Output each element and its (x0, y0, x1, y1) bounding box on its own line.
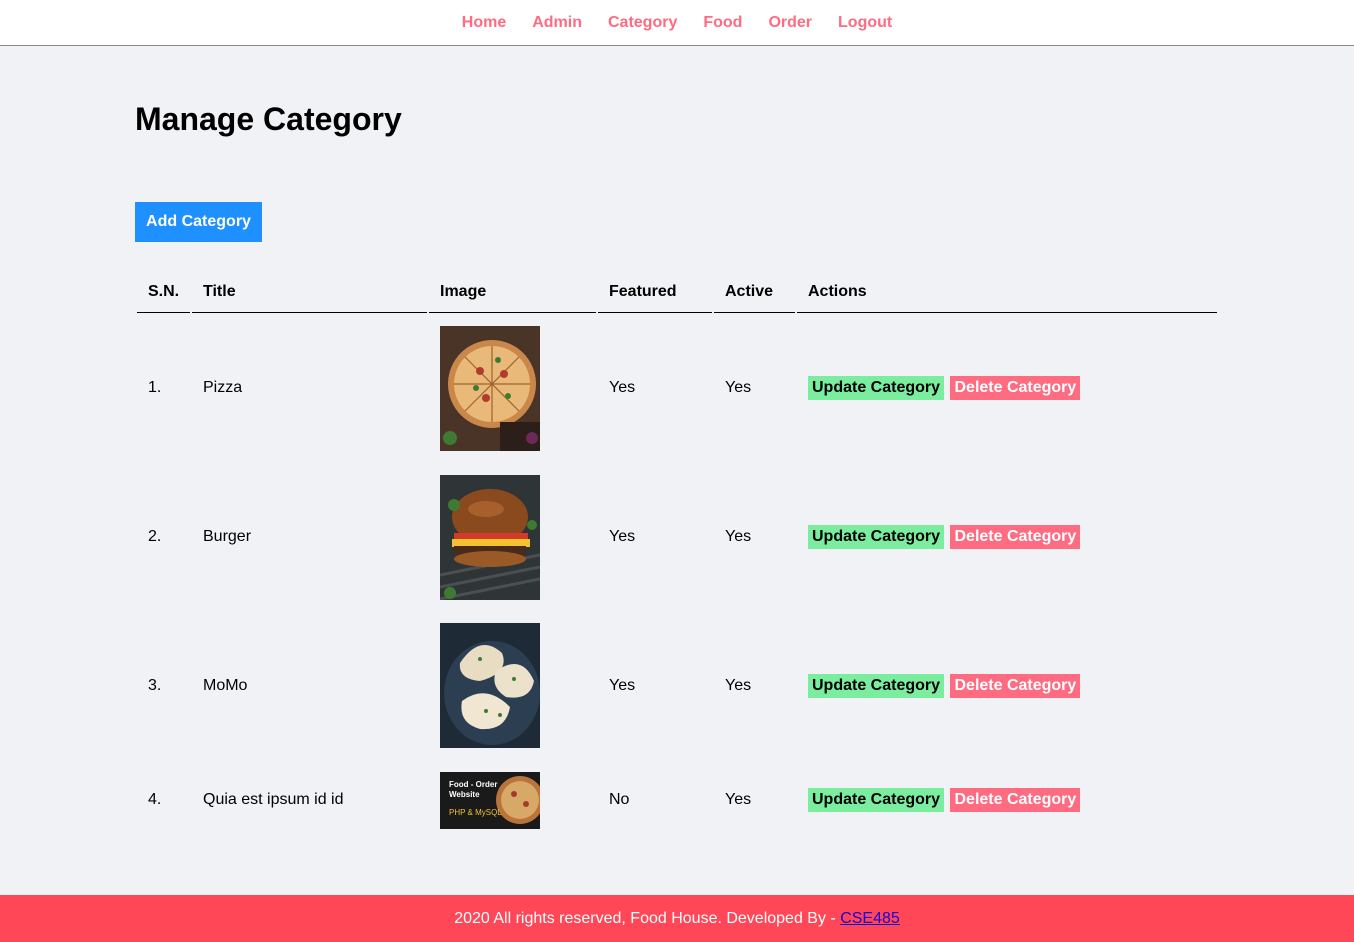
update-category-button[interactable]: Update Category (808, 525, 945, 549)
add-category-button[interactable]: Add Category (135, 202, 262, 242)
row-title: Burger (203, 528, 252, 545)
footer: 2020 All rights reserved, Food House. De… (0, 895, 1354, 942)
nav-category[interactable]: Category (608, 14, 677, 32)
header-sn: S.N. (137, 272, 190, 313)
row-featured: Yes (609, 676, 636, 694)
row-actions: Update Category Delete Category (797, 760, 1217, 840)
update-category-button[interactable]: Update Category (808, 788, 945, 812)
table-row: 3. MoMo Yes Yes Update Category Delete C… (137, 611, 1217, 760)
row-actions: Update Category Delete Category (797, 611, 1217, 760)
header-active: Active (714, 272, 795, 313)
row-image-cell (429, 313, 596, 463)
header-featured: Featured (598, 272, 712, 313)
nav-admin[interactable]: Admin (532, 14, 582, 32)
update-category-button[interactable]: Update Category (808, 673, 945, 698)
row-sn: 2. (148, 528, 162, 545)
update-category-button[interactable]: Update Category (808, 376, 945, 400)
row-title: Pizza (203, 379, 243, 396)
delete-category-button[interactable]: Delete Category (950, 788, 1081, 812)
row-featured: No (609, 791, 630, 808)
row-image-cell: Food - Order Website PHP & MySQL (429, 760, 596, 840)
top-nav: Home Admin Category Food Order Logout (0, 0, 1354, 46)
momo-image (440, 623, 540, 748)
table-row: 2. Burger Yes Yes Update Category Delete… (137, 463, 1217, 611)
nav-food[interactable]: Food (703, 14, 742, 32)
table-row: 4. Quia est ipsum id id Food - Order Web… (137, 760, 1217, 840)
nav-order[interactable]: Order (768, 14, 812, 32)
nav-logout[interactable]: Logout (838, 14, 892, 32)
row-actions: Update Category Delete Category (797, 313, 1217, 463)
row-title: MoMo (203, 676, 248, 694)
burger-image (440, 474, 540, 600)
banner-text-line-3: PHP & MySQL (449, 808, 502, 817)
table-header-row: S.N. Title Image Featured Active Actions (137, 272, 1217, 313)
delete-category-button[interactable]: Delete Category (950, 525, 1081, 549)
row-featured: Yes (609, 379, 636, 396)
row-title: Quia est ipsum id id (203, 791, 344, 808)
row-active: Yes (725, 791, 752, 808)
footer-text: 2020 All rights reserved, Food House. De… (454, 909, 836, 927)
header-title: Title (192, 272, 427, 313)
row-featured: Yes (609, 528, 636, 545)
table-row: 1. Pizza Yes Yes Update Category Delete … (137, 313, 1217, 463)
banner-text-line-1: Food - Order (449, 780, 497, 789)
header-image: Image (429, 272, 596, 313)
row-sn: 3. (148, 676, 162, 694)
row-active: Yes (725, 379, 752, 396)
row-sn: 4. (148, 791, 162, 808)
row-actions: Update Category Delete Category (797, 463, 1217, 611)
page-title: Manage Category (135, 101, 402, 137)
category-table: S.N. Title Image Featured Active Actions… (135, 272, 1219, 840)
delete-category-button[interactable]: Delete Category (950, 376, 1081, 400)
delete-category-button[interactable]: Delete Category (950, 673, 1081, 698)
food-order-banner-image: Food - Order Website PHP & MySQL (440, 771, 540, 829)
row-sn: 1. (148, 379, 162, 396)
pizza-image (440, 325, 540, 451)
banner-text-line-2: Website (449, 790, 480, 799)
row-active: Yes (725, 528, 752, 545)
row-active: Yes (725, 676, 752, 694)
header-actions: Actions (797, 272, 1217, 313)
row-image-cell (429, 463, 596, 611)
row-image-cell (429, 611, 596, 760)
nav-home[interactable]: Home (462, 14, 506, 32)
footer-developer-link[interactable]: CSE485 (840, 910, 900, 928)
